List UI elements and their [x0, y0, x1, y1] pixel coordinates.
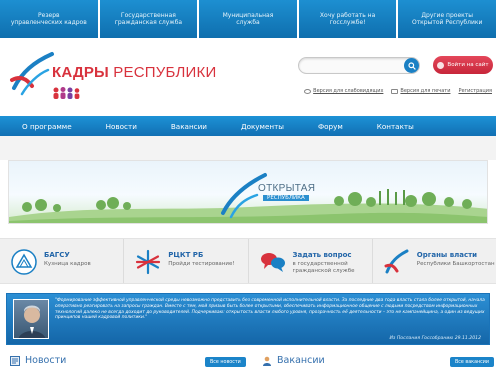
search-icon [407, 61, 416, 70]
president-quote-block: "Формирование эффективной управленческой… [6, 293, 490, 345]
bottom-sections: Новости Все новости Вакансии Все ваканси… [0, 352, 496, 370]
quick-link-sub-line: Кузница кадров [44, 261, 91, 267]
login-button[interactable]: Войти на сайт [433, 56, 493, 74]
main-nav: О программе Новости Вакансии Документы Ф… [0, 116, 496, 136]
quick-link-rckt[interactable]: РЦКТ РБ Пройди тестирование! [124, 239, 249, 283]
page-spacer [0, 224, 496, 238]
authorities-swoosh-icon [384, 249, 409, 274]
nav-item-contacts[interactable]: Контакты [377, 122, 414, 131]
quick-link-sub-line: Пройди тестирование! [168, 261, 235, 267]
person-icon [263, 356, 271, 366]
news-title: Новости [25, 355, 67, 366]
top-link-other-projects[interactable]: Другие проекты Открытой Республики [398, 0, 496, 38]
top-link-reserve[interactable]: Резерв управленческих кадров [0, 0, 100, 38]
top-link-line: Государственная [120, 11, 176, 19]
all-vacancies-button[interactable]: Все вакансии [450, 357, 495, 367]
speaker-photo [13, 299, 49, 339]
quick-link-title: РЦКТ РБ [168, 251, 204, 259]
quick-link-sub-line: Республики Башкортостан [416, 261, 495, 267]
quick-link-title: Задать вопрос [292, 251, 352, 259]
nav-item-vacancies[interactable]: Вакансии [171, 122, 207, 131]
print-link-label: Версия для печати [400, 88, 451, 94]
logo-title: КАДРЫ РЕСПУБЛИКИ [52, 64, 216, 81]
top-link-line: Муниципальная [222, 11, 274, 19]
top-links-bar: Резерв управленческих кадров Государствен… [0, 0, 496, 38]
banner-landscape-illustration [9, 173, 487, 223]
page-spacer [0, 136, 496, 160]
logo-title-thin: РЕСПУБЛИКИ [113, 64, 217, 81]
banner-title: ОТКРЫТАЯ [258, 183, 316, 194]
open-republic-banner[interactable]: ОТКРЫТАЯ РЕСПУБЛИКА [8, 160, 488, 224]
top-link-line: служба [236, 19, 260, 26]
top-link-line: гражданская служба [114, 19, 183, 26]
top-link-want-to-work[interactable]: Хочу работать на госслужбе! [298, 0, 399, 38]
nav-item-documents[interactable]: Документы [241, 122, 284, 131]
quick-link-subtitle: Республики Башкортостан [417, 261, 495, 268]
search-input[interactable] [298, 57, 420, 74]
top-link-line: Резерв [38, 11, 60, 19]
quick-link-subtitle: в государственной гражданской службе [293, 261, 355, 274]
all-news-button[interactable]: Все новости [205, 357, 246, 367]
person-portrait-icon [18, 305, 46, 338]
rckt-snowflake-icon [136, 249, 161, 275]
banner-subtitle: РЕСПУБЛИКА [263, 195, 309, 201]
quick-link-ask-question[interactable]: Задать вопрос в государственной гражданс… [249, 239, 373, 283]
quote-citation: Из Послания Госсобранию 29.11.2012 [389, 336, 481, 341]
quick-link-bagsu[interactable]: БАГСУ Кузница кадров [0, 239, 125, 283]
top-link-line: управленческих кадров [10, 19, 87, 26]
top-link-municipal-service[interactable]: Муниципальная служба [199, 0, 299, 38]
people-group-icon [53, 87, 80, 99]
quick-link-subtitle: Кузница кадров [44, 261, 91, 268]
quick-link-title: БАГСУ [44, 251, 70, 259]
quick-link-sub-line: гражданской службе [292, 267, 355, 274]
chat-bubbles-icon [260, 253, 285, 272]
top-link-civil-service[interactable]: Государственная гражданская служба [99, 0, 200, 38]
quick-link-subtitle: Пройди тестирование! [168, 261, 234, 268]
print-link[interactable]: Версия для печати [391, 88, 450, 94]
quick-link-authorities[interactable]: Органы власти Республики Башкортостан [373, 239, 496, 283]
printer-icon [391, 88, 399, 94]
nav-item-forum[interactable]: Форум [318, 122, 343, 131]
nav-item-news[interactable]: Новости [106, 122, 137, 131]
register-link-label: Регистрация [458, 88, 492, 94]
user-icon [437, 61, 445, 69]
quick-links-row: БАГСУ Кузница кадров РЦКТ РБ Пройди тест… [0, 238, 496, 284]
top-link-line: Хочу работать на [319, 11, 376, 19]
quick-link-sub-line: в государственной [292, 261, 348, 267]
bagsu-emblem-icon [11, 249, 37, 275]
site-logo[interactable]: КАДРЫ РЕСПУБЛИКИ [8, 46, 216, 106]
logo-title-bold: КАДРЫ [52, 64, 109, 81]
quick-link-title: Органы власти [416, 251, 478, 259]
logo-swoosh-icon [10, 52, 54, 96]
top-link-line: Другие проекты [421, 11, 473, 19]
login-label: Войти на сайт [447, 62, 489, 68]
register-link[interactable]: Регистрация [458, 88, 492, 94]
newspaper-icon [10, 355, 20, 366]
quote-text: "Формирование эффективной управленческой… [55, 298, 485, 321]
news-section-title: Новости [10, 355, 66, 366]
vacancies-title: Вакансии [277, 355, 325, 366]
accessibility-link-label: Версия для слабовидящих [313, 88, 384, 94]
nav-item-about[interactable]: О программе [22, 122, 72, 131]
top-link-line: Открытой Республики [411, 19, 483, 26]
site-header: КАДРЫ РЕСПУБЛИКИ Войти на сайт Версия дл… [0, 38, 496, 116]
header-utility-links: Версия для слабовидящих Версия для печат… [304, 88, 492, 94]
accessibility-link[interactable]: Версия для слабовидящих [304, 88, 383, 94]
top-link-line: госслужбе! [329, 19, 366, 26]
vacancies-section-title: Вакансии [262, 355, 325, 366]
eye-icon [304, 88, 312, 94]
search-button[interactable] [404, 58, 419, 73]
